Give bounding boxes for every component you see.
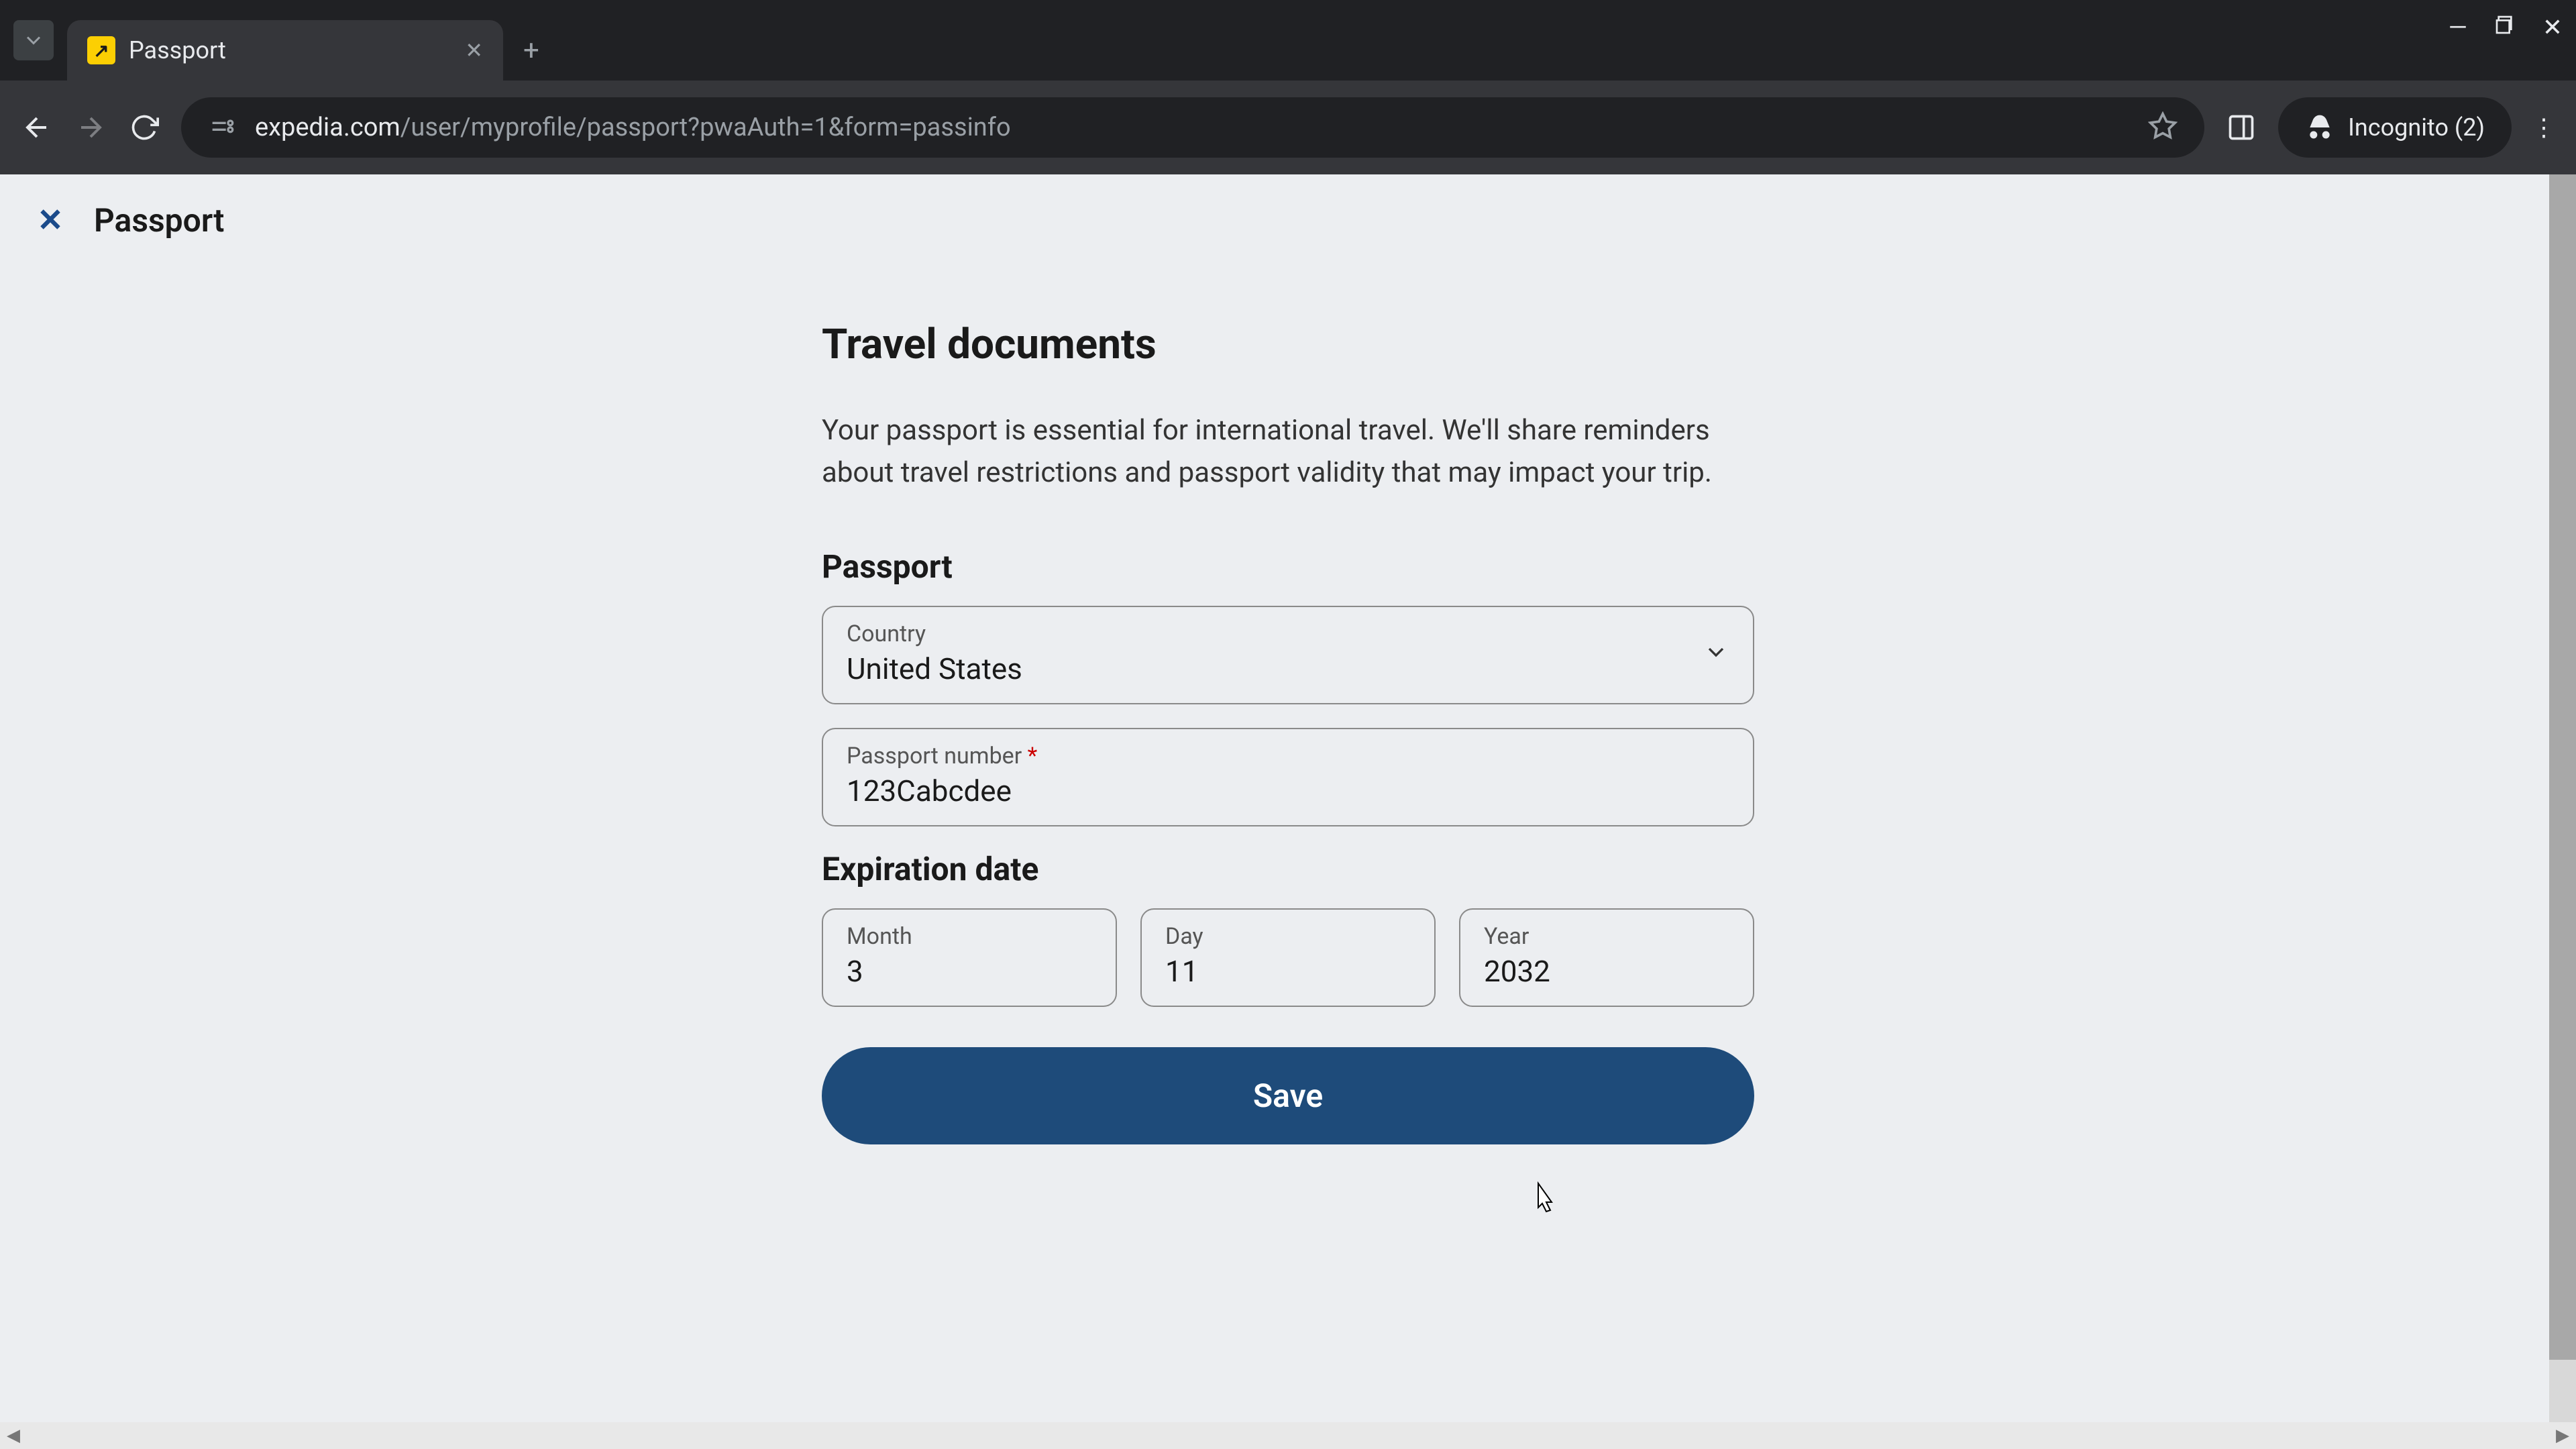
new-tab-button[interactable]: + [523,34,539,67]
tab-search-button[interactable] [13,20,54,60]
horizontal-scrollbar[interactable]: ◀ ▶ [0,1422,2576,1449]
close-tab-icon[interactable]: ✕ [465,38,483,63]
mouse-cursor-icon [1529,1181,1558,1216]
browser-toolbar: expedia.com/user/myprofile/passport?pwaA… [0,80,2576,174]
day-field[interactable]: Day [1140,908,1436,1007]
reload-button[interactable] [127,111,161,144]
month-label: Month [847,923,1092,950]
expedia-favicon: ↗ [87,36,115,64]
side-panel-icon[interactable] [2224,111,2258,144]
main-heading: Travel documents [822,320,1754,369]
vertical-scrollbar[interactable] [2549,174,2576,1422]
browser-tab[interactable]: ↗ Passport ✕ [67,20,503,80]
minimize-icon[interactable]: — [2449,13,2467,42]
page-title: Passport [94,201,224,239]
form-content: Travel documents Your passport is essent… [808,320,1768,1144]
page-header: Passport [0,174,2576,266]
browser-tab-strip: ↗ Passport ✕ + — ✕ [0,0,2576,80]
year-label: Year [1484,923,1729,950]
month-input[interactable] [847,954,1092,989]
save-button[interactable]: Save [822,1047,1754,1144]
scroll-right-arrow[interactable]: ▶ [2556,1426,2569,1446]
passport-number-field[interactable]: Passport number * [822,728,1754,826]
description-text: Your passport is essential for internati… [822,409,1754,494]
country-label: Country [847,621,1703,647]
chevron-down-icon [1703,639,1729,668]
url-text: expedia.com/user/myprofile/passport?pwaA… [255,113,2128,142]
close-icon[interactable] [34,203,67,239]
incognito-icon [2305,113,2334,142]
scroll-left-arrow[interactable]: ◀ [7,1426,20,1446]
passport-number-label: Passport number * [847,743,1729,769]
incognito-label: Incognito (2) [2348,113,2485,142]
month-field[interactable]: Month [822,908,1117,1007]
country-value: United States [847,651,1703,686]
maximize-icon[interactable] [2494,13,2516,42]
passport-number-input[interactable] [847,773,1729,808]
address-bar[interactable]: expedia.com/user/myprofile/passport?pwaA… [181,97,2204,158]
country-select[interactable]: Country United States [822,606,1754,704]
site-info-icon[interactable] [208,114,235,141]
expiration-section-heading: Expiration date [822,850,1754,888]
close-window-icon[interactable]: ✕ [2542,13,2563,42]
browser-menu-icon[interactable]: ⋮ [2532,113,2556,142]
day-label: Day [1165,923,1411,950]
window-controls: — ✕ [2449,13,2563,42]
incognito-badge[interactable]: Incognito (2) [2278,97,2512,158]
year-field[interactable]: Year [1459,908,1754,1007]
year-input[interactable] [1484,954,1729,989]
day-input[interactable] [1165,954,1411,989]
vertical-scrollbar-thumb[interactable] [2549,174,2576,1360]
forward-button[interactable] [74,111,107,144]
tab-title: Passport [129,36,451,64]
passport-section-heading: Passport [822,547,1754,586]
bookmark-star-icon[interactable] [2148,111,2178,144]
back-button[interactable] [20,111,54,144]
page-content: Passport Travel documents Your passport … [0,174,2576,1449]
expiration-date-row: Month Day Year [822,908,1754,1007]
